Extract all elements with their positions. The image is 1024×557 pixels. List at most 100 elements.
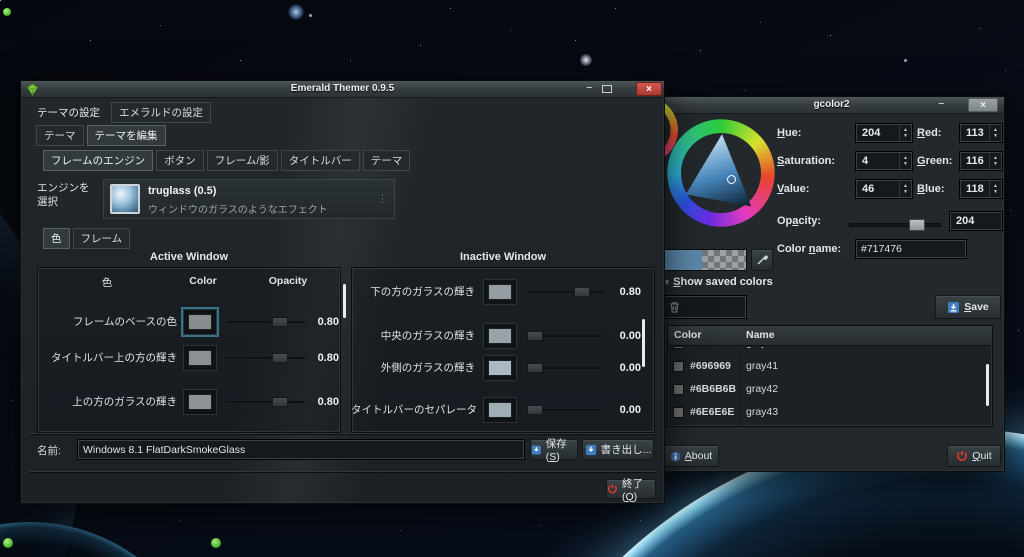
tab-frame[interactable]: フレーム (72, 228, 131, 249)
tab-edit-theme[interactable]: テーマを編集 (86, 125, 166, 146)
inactive-window-title: Inactive Window (459, 251, 547, 263)
show-saved-colors-expander[interactable]: ▼ Show saved colors (663, 276, 773, 288)
color-preview-solid (664, 250, 702, 270)
tab-themes[interactable]: テーマ (36, 125, 84, 146)
color-swatch-button[interactable] (483, 397, 517, 423)
slider-handle[interactable] (271, 397, 288, 407)
opacity-slider[interactable] (527, 287, 603, 297)
save-theme-button[interactable]: 保存(S) (530, 438, 578, 463)
blue-label: Blue: (917, 183, 945, 195)
export-theme-button[interactable]: 書き出し... (582, 439, 654, 460)
tab-color[interactable]: 色 (43, 228, 70, 249)
opacity-slider-handle[interactable] (909, 219, 926, 231)
power-icon (957, 451, 968, 461)
eyedropper-button[interactable] (751, 249, 773, 271)
color-swatch-button[interactable] (183, 389, 217, 415)
color-name-input[interactable] (855, 239, 967, 259)
red-label: Red: (917, 127, 942, 139)
color-selector-dot[interactable] (727, 175, 736, 184)
saturation-spinbox[interactable]: 4 ▲ ▼ (855, 151, 913, 171)
spin-arrows-icon[interactable]: ▲ ▼ (989, 125, 1001, 141)
slider-handle[interactable] (527, 363, 543, 373)
setting-row: 中央のガラスの輝き 0.00 (351, 323, 655, 349)
tab-emerald-settings[interactable]: エメラルドの設定 (111, 102, 211, 123)
color-frame-tabs: 色 フレーム (43, 228, 131, 249)
minimize-button[interactable]: – (938, 98, 944, 109)
inactive-window-panel: Inactive Window 下の方のガラスの輝き 0.80 中央のガラスの輝… (351, 251, 655, 435)
saturation-label: Saturation: (777, 155, 836, 167)
about-button[interactable]: About (663, 445, 719, 467)
name-column-header[interactable]: Name (746, 329, 775, 341)
color-swatch-button[interactable] (183, 309, 217, 335)
spin-arrows-icon[interactable]: ▲ ▼ (989, 153, 1001, 169)
save-button-label: Save (964, 301, 989, 313)
hue-spinbox[interactable]: 204 ▲ ▼ (855, 123, 913, 143)
close-button[interactable]: × (636, 82, 662, 96)
engine-combobox[interactable]: truglass (0.5) ウィンドウのガラスのようなエフェクト ⋮ (103, 179, 395, 219)
saved-color-row[interactable]: #6E6E6E gray43 (668, 401, 992, 424)
opacity-slider[interactable] (527, 331, 603, 341)
setting-row: 外側のガラスの輝き 0.00 (351, 355, 655, 381)
opacity-slider[interactable] (527, 405, 603, 415)
color-name-label: Color name: (777, 243, 842, 255)
opacity-slider[interactable] (527, 363, 603, 373)
opacity-slider[interactable] (849, 219, 941, 231)
value-spinbox[interactable]: 46 ▲ ▼ (855, 179, 913, 199)
color-column-header[interactable]: Color (674, 329, 701, 341)
quit-button[interactable]: Quit (947, 445, 1001, 467)
opacity-value-box[interactable]: 204 (949, 211, 1003, 231)
emerald-window-title: Emerald Themer 0.9.5 (290, 83, 395, 94)
setting-row: 下の方のガラスの輝き 0.80 (351, 279, 655, 305)
slider-handle[interactable] (271, 353, 288, 363)
saved-color-row[interactable]: #696969 gray41 (668, 355, 992, 378)
spin-arrows-icon[interactable]: ▲ ▼ (899, 125, 911, 141)
color-swatch-button[interactable] (483, 355, 517, 381)
list-scrollbar[interactable] (986, 364, 989, 406)
quit-button[interactable]: 終了(Q) (606, 478, 656, 503)
blue-spinbox[interactable]: 118 ▲ ▼ (959, 179, 1003, 199)
emerald-themer-window: Emerald Themer 0.9.5 – × テーマの設定 エメラルドの設定… (20, 80, 665, 504)
tab-theme[interactable]: テーマ (362, 150, 411, 171)
save-color-button[interactable]: Save (935, 295, 1001, 319)
opacity-slider[interactable] (227, 353, 305, 363)
slider-handle[interactable] (573, 287, 590, 297)
maximize-button[interactable] (602, 85, 612, 93)
color-preview (663, 249, 747, 271)
saved-color-name-input[interactable] (663, 295, 747, 319)
color-swatch-button[interactable] (483, 323, 517, 349)
tab-buttons[interactable]: ボタン (156, 150, 204, 171)
opacity-slider[interactable] (227, 397, 305, 407)
tab-frame-shadow[interactable]: フレーム/影 (206, 150, 278, 171)
emerald-titlebar[interactable]: Emerald Themer 0.9.5 – × (21, 81, 664, 98)
panel-scrollbar[interactable] (642, 319, 645, 367)
opacity-slider[interactable] (227, 317, 305, 327)
col-header-color: Color (189, 275, 217, 287)
row-color-swatch (673, 384, 684, 395)
slider-handle[interactable] (527, 331, 543, 341)
slider-handle[interactable] (271, 317, 288, 327)
spin-arrows-icon[interactable]: ▲ ▼ (989, 181, 1001, 197)
green-label: Green: (917, 155, 953, 167)
hue-label: Hue: (777, 127, 802, 139)
tab-titlebar[interactable]: タイトルバー (280, 150, 360, 171)
combo-dropdown-icon: ⋮ (377, 193, 388, 205)
slider-handle[interactable] (527, 405, 543, 415)
spin-arrows-icon[interactable]: ▲ ▼ (899, 181, 911, 197)
gcolor2-titlebar[interactable]: gcolor2 – × (659, 97, 1004, 114)
close-button[interactable]: × (968, 98, 998, 112)
tab-theme-settings[interactable]: テーマの設定 (29, 102, 108, 123)
setting-row: 上の方のガラスの輝き 0.80 (37, 389, 341, 415)
minimize-button[interactable]: – (586, 82, 592, 93)
saved-color-row[interactable]: #666666 gray40 (668, 347, 992, 355)
green-spinbox[interactable]: 116 ▲ ▼ (959, 151, 1003, 171)
red-spinbox[interactable]: 113 ▲ ▼ (959, 123, 1003, 143)
color-swatch-button[interactable] (183, 345, 217, 371)
panel-scrollbar[interactable] (343, 284, 346, 318)
color-swatch-button[interactable] (483, 279, 517, 305)
spin-arrows-icon[interactable]: ▲ ▼ (899, 153, 911, 169)
star-glow (288, 4, 304, 20)
tab-frame-engine[interactable]: フレームのエンジン (43, 150, 154, 171)
saved-color-row[interactable]: #6B6B6B gray42 (668, 378, 992, 401)
starfield (0, 0, 1, 1)
theme-name-input[interactable] (77, 439, 525, 460)
